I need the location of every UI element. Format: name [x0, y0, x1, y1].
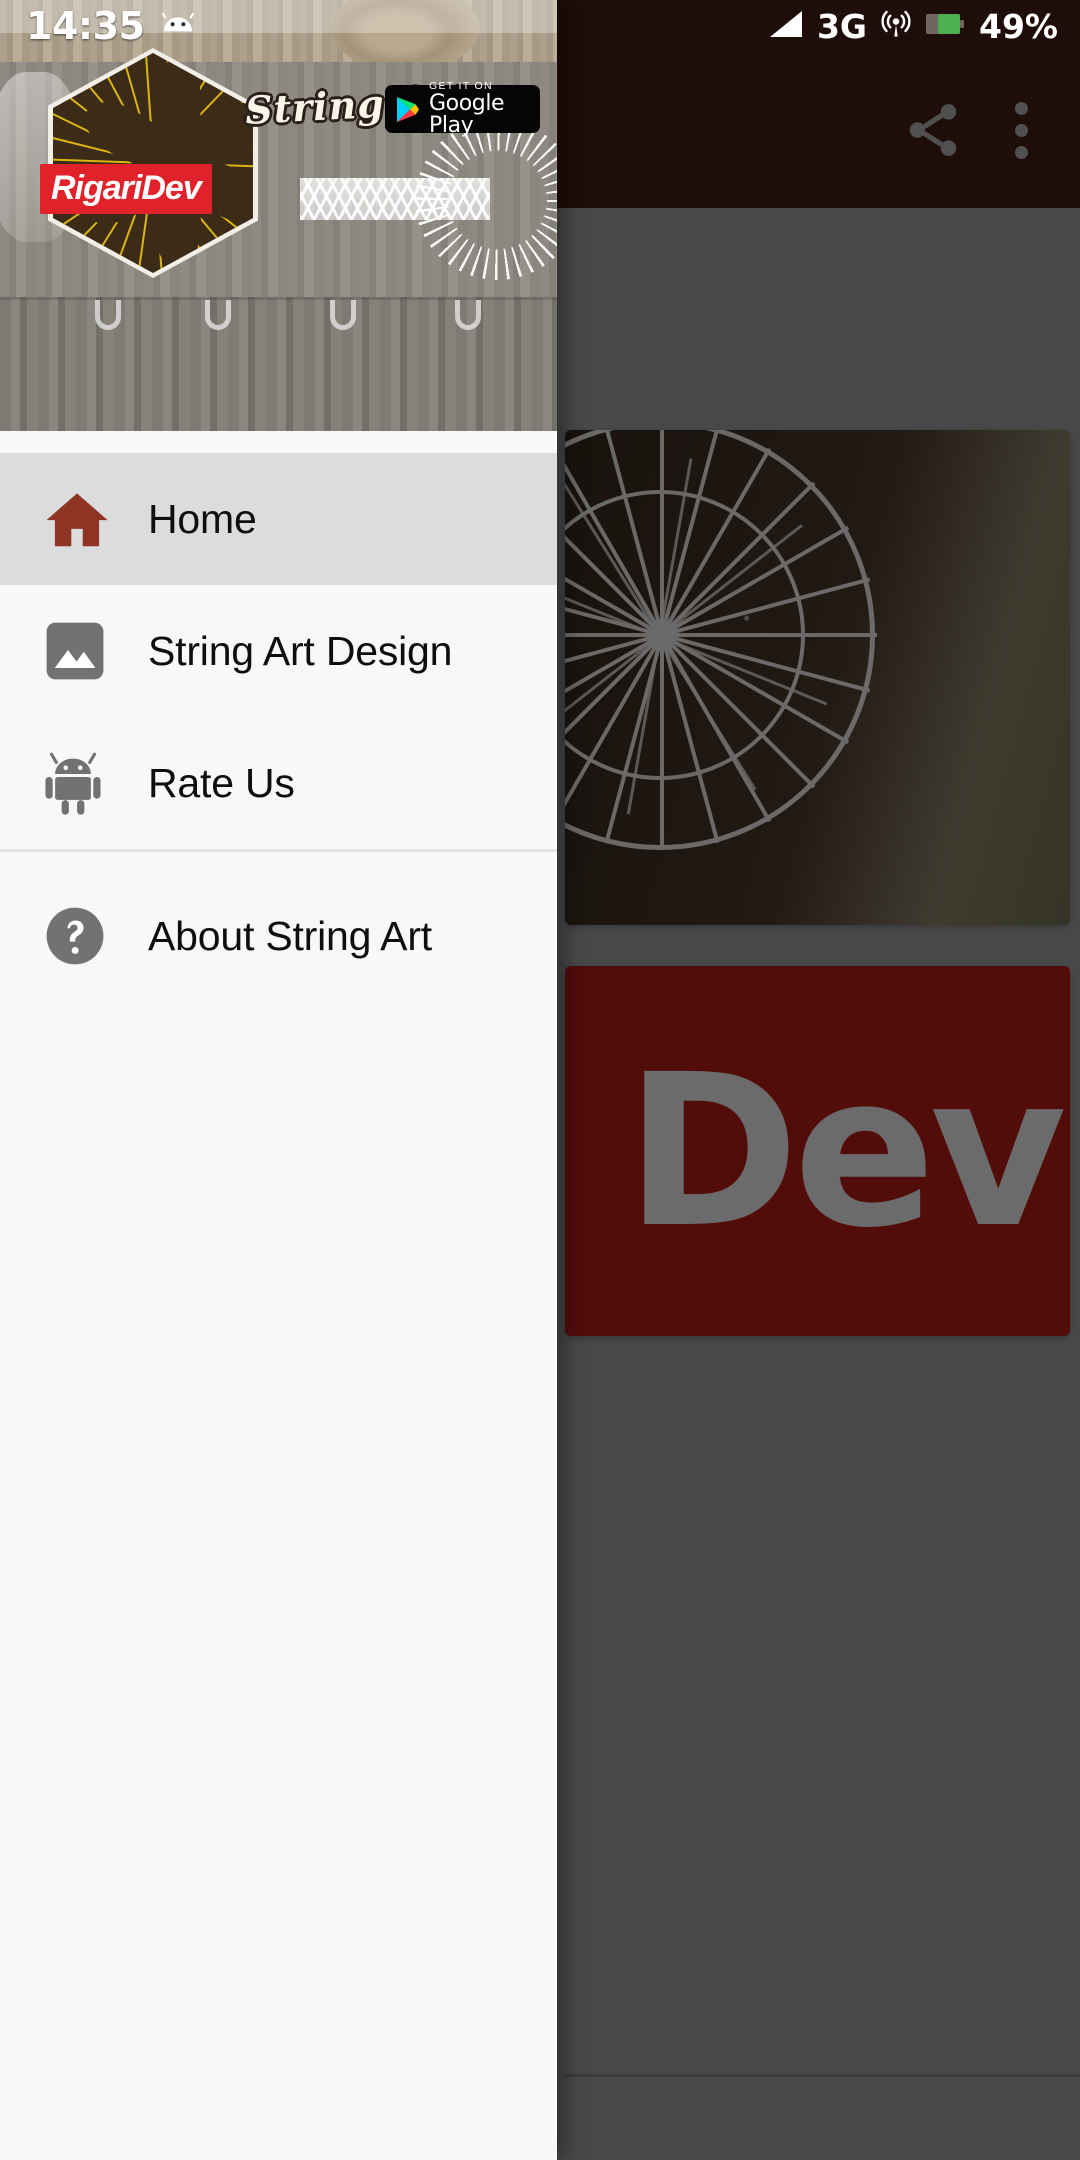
hexagon-string-art-flower	[48, 48, 258, 278]
network-type: 3G	[816, 6, 867, 46]
rigaridev-brand-badge: RigariDev	[40, 164, 212, 214]
google-play-triangle-icon	[396, 96, 420, 123]
status-bar-left: 14:35	[26, 4, 195, 48]
signal-bars-icon	[769, 10, 803, 43]
status-bar-right: 3G 49%	[769, 7, 1058, 46]
google-play-name: Google Play	[429, 91, 505, 139]
image-icon	[36, 620, 148, 682]
sidebar-item-label: Rate Us	[148, 759, 295, 806]
clock: 14:35	[26, 4, 145, 48]
sidebar-item-rate-us[interactable]: Rate Us	[0, 717, 557, 849]
sidebar-item-home[interactable]: Home	[0, 453, 557, 585]
wall-hook-3	[330, 300, 356, 330]
sidebar-item-string-art-design[interactable]: String Art Design	[0, 585, 557, 717]
sidebar-item-label: About String Art	[148, 912, 432, 959]
navigation-drawer: RigariDev String Art GET IT ON Google Pl…	[0, 0, 557, 2160]
sidebar-item-label: String Art Design	[148, 627, 453, 674]
help-circle-icon	[36, 905, 148, 967]
drawer-menu-primary: Home String Art Design Rate Us	[0, 453, 557, 849]
android-head-icon	[162, 11, 195, 42]
phone-screen: Dev RigariDev String Art GET IT ON Googl…	[0, 0, 1080, 2160]
drawer-header-image: RigariDev String Art GET IT ON Google Pl…	[0, 0, 557, 431]
rigaridev-brand-text: RigariDev	[51, 169, 202, 207]
sidebar-item-label: Home	[148, 495, 257, 542]
android-icon	[36, 750, 148, 816]
google-play-badge[interactable]: GET IT ON Google Play	[385, 81, 540, 137]
status-bar: 14:35 3G 49%	[0, 0, 1080, 52]
hotspot-icon	[881, 9, 911, 44]
drawer-menu-secondary: About String Art	[0, 852, 557, 1002]
wall-hook-2	[205, 300, 231, 330]
wall-hook-1	[95, 300, 121, 330]
battery-percentage: 49%	[979, 6, 1058, 46]
drawer-menu-top-gap	[0, 431, 557, 453]
sidebar-item-about-string-art[interactable]: About String Art	[0, 870, 557, 1002]
battery-icon	[925, 9, 965, 44]
wall-hook-4	[455, 300, 481, 330]
home-icon	[36, 489, 148, 549]
google-play-get-it-on: GET IT ON	[429, 79, 493, 92]
